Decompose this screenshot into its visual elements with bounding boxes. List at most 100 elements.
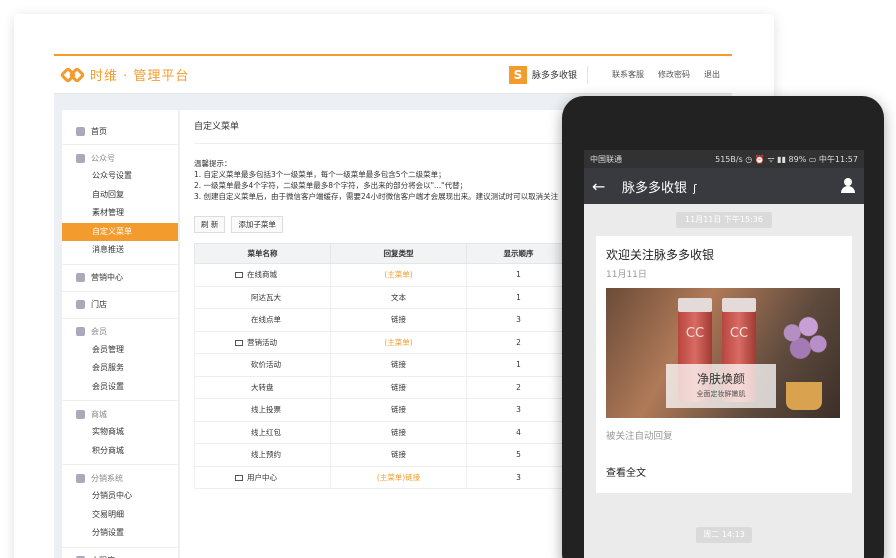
menu-name: 大转盘 bbox=[251, 382, 274, 392]
change-password-link[interactable]: 修改密码 bbox=[658, 69, 690, 80]
menu-name: 阿达瓦大 bbox=[251, 292, 281, 302]
promo-main-text: 净肤焕颜 bbox=[696, 372, 745, 386]
phone-mockup: 中国联通 515B/s ◷ ⏰ ᯤ ▮▮ 89% ▭ 中午11:57 ← 脉多多… bbox=[562, 96, 884, 558]
nav-head: 会员 bbox=[62, 323, 178, 341]
nav-group: 首页 bbox=[62, 118, 178, 145]
lavender-flowers bbox=[776, 308, 830, 370]
cc-label: CC bbox=[729, 326, 749, 341]
order-cell: 2 bbox=[466, 375, 571, 399]
cc-label: CC bbox=[685, 326, 705, 341]
order-cell: 4 bbox=[466, 420, 571, 444]
cream-cap bbox=[722, 298, 756, 312]
distribution-icon bbox=[76, 473, 85, 483]
menu-name-cell: 阿达瓦大 bbox=[194, 285, 331, 309]
sidebar-item[interactable]: 分销员中心 bbox=[62, 487, 178, 506]
status-bar: 中国联通 515B/s ◷ ⏰ ᯤ ▮▮ 89% ▭ 中午11:57 bbox=[584, 150, 864, 168]
nav-group: 小程序 bbox=[62, 548, 178, 558]
menu-name: 砍价活动 bbox=[251, 360, 281, 370]
sidebar-item[interactable]: 会员管理 bbox=[62, 341, 178, 360]
table-row[interactable]: 营销活动 (主菜单) 2 bbox=[194, 330, 614, 354]
nav-head: 分销系统 bbox=[62, 469, 178, 487]
nav-head[interactable]: 门店 bbox=[62, 296, 178, 314]
phone-screen: 中国联通 515B/s ◷ ⏰ ᯤ ▮▮ 89% ▭ 中午11:57 ← 脉多多… bbox=[584, 150, 864, 558]
article-date: 11月11日 bbox=[606, 270, 647, 280]
chat-title-bar: ← 脉多多收银 ʃ bbox=[584, 168, 864, 204]
sidebar-item[interactable]: 自定义菜单 bbox=[62, 222, 178, 241]
table-row[interactable]: 线上投票 链接 3 bbox=[194, 398, 614, 422]
menu-name-cell: 线上投票 bbox=[194, 398, 331, 422]
table-row[interactable]: 在线点单 链接 3 bbox=[194, 308, 614, 332]
table-row[interactable]: 阿达瓦大 文本 1 bbox=[194, 285, 614, 309]
reply-type-cell: 链接 bbox=[330, 375, 467, 399]
article-title: 欢迎关注脉多多收银 bbox=[606, 248, 715, 262]
sidebar-item[interactable]: 会员服务 bbox=[62, 359, 178, 378]
sidebar-item[interactable]: 实物商城 bbox=[62, 423, 178, 442]
profile-icon[interactable] bbox=[840, 178, 856, 194]
reply-type-cell: 链接 bbox=[330, 420, 467, 444]
nav-head-label: 会员 bbox=[91, 327, 107, 336]
sidebar-item[interactable]: 公众号设置 bbox=[62, 167, 178, 186]
back-arrow-icon[interactable]: ← bbox=[592, 177, 616, 196]
earpiece-mode-icon: ʃ bbox=[693, 181, 697, 195]
table-row[interactable]: 大转盘 链接 2 bbox=[194, 375, 614, 399]
status-icons: 515B/s ◷ ⏰ ᯤ ▮▮ 89% ▭ 中午11:57 bbox=[715, 154, 858, 164]
col-header-order: 显示顺序 bbox=[466, 243, 571, 264]
sidebar-item[interactable]: 分销设置 bbox=[62, 524, 178, 543]
menu-table-body: 在线商城 (主菜单) 1 阿达瓦大 文本 1 在线点单 链接 3 营销活动 (主菜单) 2 砍价活动 链接… bbox=[194, 263, 614, 489]
reply-type-cell: 链接 bbox=[330, 308, 467, 332]
nav-group: 会员会员管理 会员服务 会员设置 bbox=[62, 319, 178, 401]
home-icon bbox=[76, 126, 85, 136]
chat-title-text: 脉多多收银 bbox=[622, 180, 688, 196]
order-cell: 5 bbox=[466, 443, 571, 467]
order-cell: 2 bbox=[466, 330, 571, 354]
table-row[interactable]: 用户中心 (主菜单)链接 3 bbox=[194, 465, 614, 489]
sidebar-item[interactable]: 自动回复 bbox=[62, 186, 178, 205]
logout-link[interactable]: 退出 bbox=[704, 69, 720, 80]
brand-logo-icon bbox=[59, 66, 86, 83]
reply-type-cell: (主菜单) bbox=[330, 330, 467, 354]
contact-service-link[interactable]: 联系客服 bbox=[612, 69, 644, 80]
menu-name: 线上红包 bbox=[251, 427, 281, 437]
refresh-button[interactable]: 刷 新 bbox=[194, 216, 226, 233]
article-card[interactable]: 欢迎关注脉多多收银 11月11日 CC CC 净肤焕颜 全面定妆鲜嫩肌 被关注自… bbox=[596, 236, 852, 493]
nav-head[interactable]: 首页 bbox=[62, 122, 178, 140]
sidebar-item[interactable]: 交易明细 bbox=[62, 506, 178, 525]
nav-group: 门店 bbox=[62, 292, 178, 319]
nav-head[interactable]: 小程序 bbox=[62, 552, 178, 558]
nav-group: 公众号 公众号设置 自动回复 素材管理 自定义菜单 消息推送 bbox=[62, 145, 178, 265]
reply-type-cell: 链接 bbox=[330, 398, 467, 422]
table-row[interactable]: 砍价活动 链接 1 bbox=[194, 353, 614, 377]
top-right: S 脉多多收银 联系客服 修改密码 退出 bbox=[508, 65, 720, 84]
reply-type-cell: 链接 bbox=[330, 353, 467, 377]
cream-cap bbox=[678, 298, 712, 312]
table-header-row: 菜单名称 回复类型 显示顺序 bbox=[194, 243, 614, 264]
order-cell: 1 bbox=[466, 263, 571, 287]
nav-head[interactable]: 营销中心 bbox=[62, 269, 178, 287]
read-full-link[interactable]: 查看全文 bbox=[606, 464, 842, 483]
menu-name: 营销活动 bbox=[247, 337, 277, 347]
sidebar-item[interactable]: 消息推送 bbox=[62, 241, 178, 260]
table-row[interactable]: 在线商城 (主菜单) 1 bbox=[194, 263, 614, 287]
col-header-name: 菜单名称 bbox=[194, 243, 331, 264]
table-row[interactable]: 线上红包 链接 4 bbox=[194, 420, 614, 444]
sidebar-item[interactable]: 会员设置 bbox=[62, 378, 178, 397]
article-description: 被关注自动回复 bbox=[606, 431, 673, 442]
table-row[interactable]: 线上预约 链接 5 bbox=[194, 443, 614, 467]
nav-head-label: 营销中心 bbox=[91, 273, 123, 282]
menu-name: 线上预约 bbox=[251, 450, 281, 460]
menu-icon bbox=[235, 339, 243, 346]
menu-name: 在线点单 bbox=[251, 315, 281, 325]
add-submenu-button[interactable]: 添加子菜单 bbox=[231, 216, 283, 233]
message-time: 11月11日 下午15:36 bbox=[676, 212, 772, 228]
sidebar-item[interactable]: 积分商城 bbox=[62, 442, 178, 461]
col-header-type: 回复类型 bbox=[330, 243, 467, 264]
sidebar-item[interactable]: 素材管理 bbox=[62, 204, 178, 223]
order-cell: 1 bbox=[466, 285, 571, 309]
menu-name-cell: 营销活动 bbox=[194, 330, 331, 354]
sidebar: 首页 公众号 公众号设置 自动回复 素材管理 自定义菜单 消息推送 营销中心 门店 会员 会员管理会… bbox=[62, 110, 178, 558]
member-icon bbox=[76, 327, 85, 336]
menu-icon bbox=[235, 474, 243, 481]
flower-pot bbox=[786, 382, 822, 410]
merchant-logo-icon: S bbox=[508, 65, 527, 84]
menu-name-cell: 线上预约 bbox=[194, 443, 331, 467]
